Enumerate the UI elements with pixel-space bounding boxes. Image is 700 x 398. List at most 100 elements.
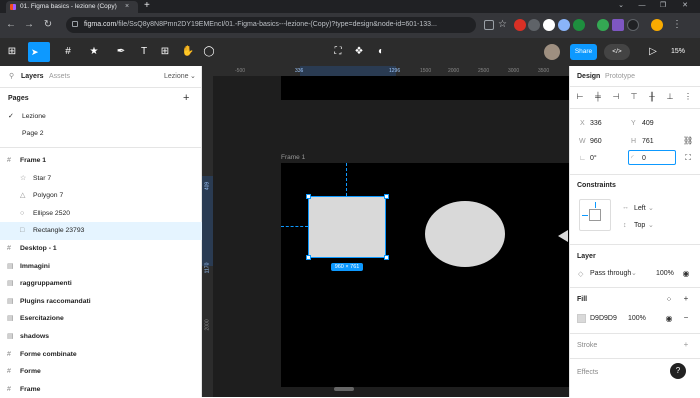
- resize-handle[interactable]: [306, 194, 311, 199]
- help-button[interactable]: ?: [670, 363, 686, 379]
- frame-label[interactable]: Frame 1: [281, 154, 305, 161]
- resources-icon[interactable]: ⊞: [157, 42, 173, 62]
- ellipse-shape[interactable]: [425, 201, 505, 267]
- y-input[interactable]: 409: [642, 120, 654, 127]
- add-page-button[interactable]: +: [183, 92, 189, 104]
- polygon-shape[interactable]: [558, 230, 568, 242]
- add-stroke-icon[interactable]: +: [681, 340, 691, 349]
- layer-row[interactable]: ☆ Star 7: [0, 170, 202, 188]
- chevron-down-icon[interactable]: ⌄: [648, 204, 654, 212]
- fill-hex-input[interactable]: D9D9D9: [590, 315, 617, 322]
- layer-row[interactable]: ▤ raggruppamenti: [0, 275, 202, 293]
- hand-tool-icon[interactable]: ✋: [180, 42, 196, 62]
- extension-icon[interactable]: [558, 19, 570, 31]
- pen-tool-icon[interactable]: ✒: [113, 42, 129, 62]
- layer-row[interactable]: □ Rectangle 23793: [0, 222, 202, 240]
- chevron-down-icon[interactable]: ⌄: [648, 221, 654, 229]
- layer-row[interactable]: # Forme combinate: [0, 346, 202, 364]
- zoom-level[interactable]: 15%: [671, 42, 685, 62]
- layer-row[interactable]: ▤ Immagini: [0, 258, 202, 276]
- independent-corners-icon[interactable]: ⛶: [683, 153, 693, 163]
- canvas-scrollbar[interactable]: [334, 387, 354, 391]
- w-input[interactable]: 960: [590, 138, 602, 145]
- component-icon[interactable]: ❖: [351, 42, 367, 62]
- search-icon[interactable]: ⚲: [9, 72, 14, 80]
- minimize-button[interactable]: —: [635, 0, 649, 12]
- comment-tool-icon[interactable]: ◯: [201, 42, 217, 62]
- tab-assets[interactable]: Assets: [49, 72, 70, 82]
- extension-icon[interactable]: [573, 19, 585, 31]
- maximize-button[interactable]: ❐: [656, 0, 670, 12]
- shape-tool-icon[interactable]: ★: [86, 42, 102, 62]
- layer-row[interactable]: ▤ shadows: [0, 328, 202, 346]
- lock-icon[interactable]: [72, 21, 78, 27]
- tab-prototype[interactable]: Prototype: [605, 73, 635, 80]
- extension-icon[interactable]: [528, 19, 540, 31]
- fill-opacity-input[interactable]: 100%: [628, 315, 646, 322]
- layer-row[interactable]: # Frame: [0, 381, 202, 398]
- layer-row[interactable]: # Forme: [0, 363, 202, 381]
- constrain-proportions-icon[interactable]: ⛓: [683, 136, 693, 145]
- corner-radius-field[interactable]: [628, 150, 676, 165]
- text-tool-icon[interactable]: T: [136, 42, 152, 62]
- x-input[interactable]: 336: [590, 120, 602, 127]
- chevron-down-icon[interactable]: ⌄: [190, 72, 196, 82]
- window-close-button[interactable]: ✕: [678, 0, 692, 12]
- dev-mode-toggle[interactable]: </>: [604, 44, 630, 60]
- align-center-h-icon[interactable]: ╪: [593, 92, 603, 101]
- fill-styles-icon[interactable]: ⁘: [664, 295, 674, 304]
- tab-close-icon[interactable]: ×: [125, 1, 129, 12]
- address-bar[interactable]: figma.com/file/SsQ8y8N8Pmn2DY19EMEncI/01…: [66, 17, 476, 33]
- tab-layers[interactable]: Layers: [21, 72, 44, 82]
- main-menu-icon[interactable]: ⊞: [4, 42, 20, 62]
- extension-icon[interactable]: [514, 19, 526, 31]
- selected-rectangle[interactable]: [308, 196, 386, 258]
- profile-avatar[interactable]: [651, 19, 663, 31]
- align-top-icon[interactable]: ⊤: [629, 92, 639, 101]
- extension-icon[interactable]: [627, 19, 639, 31]
- page-select[interactable]: Lezione: [164, 72, 189, 82]
- align-bottom-icon[interactable]: ⊥: [665, 92, 675, 101]
- resize-handle[interactable]: [306, 255, 311, 260]
- back-button[interactable]: ←: [4, 18, 18, 32]
- contrast-icon[interactable]: ◐: [373, 42, 389, 62]
- user-avatar[interactable]: [544, 44, 560, 60]
- remove-fill-icon[interactable]: −: [681, 313, 691, 322]
- present-icon[interactable]: ▷: [645, 42, 661, 62]
- browser-tab[interactable]: 01. Figma basics - lezione (Copy): [6, 1, 138, 13]
- move-tool-button[interactable]: ➤: [28, 42, 50, 62]
- align-left-icon[interactable]: ⊢: [575, 92, 585, 101]
- layer-row[interactable]: # Frame 1: [0, 152, 202, 170]
- share-button[interactable]: Share: [570, 44, 597, 60]
- share-icon[interactable]: [484, 20, 494, 30]
- bookmark-star-icon[interactable]: ☆: [498, 18, 507, 32]
- extension-icon[interactable]: [543, 19, 555, 31]
- align-center-v-icon[interactable]: ╫: [647, 92, 657, 101]
- chrome-menu-icon[interactable]: ⋮: [672, 18, 682, 32]
- vertical-constraint-select[interactable]: Top: [634, 222, 645, 229]
- fill-visibility-eye-icon[interactable]: ◉: [664, 314, 674, 323]
- align-right-icon[interactable]: ⊣: [611, 92, 621, 101]
- frame-above[interactable]: [281, 76, 569, 100]
- resize-handle[interactable]: [384, 194, 389, 199]
- resize-handle[interactable]: [384, 255, 389, 260]
- crop-icon[interactable]: ⛶: [330, 42, 346, 62]
- corner-radius-input[interactable]: 0: [642, 155, 646, 162]
- add-fill-icon[interactable]: +: [681, 294, 691, 303]
- layer-row[interactable]: # Desktop - 1: [0, 240, 202, 258]
- chevron-down-icon[interactable]: ⌄: [631, 269, 637, 277]
- horizontal-constraint-select[interactable]: Left: [634, 205, 646, 212]
- page-item[interactable]: Page 2: [0, 125, 202, 142]
- new-tab-button[interactable]: +: [144, 0, 150, 12]
- blend-mode-select[interactable]: Pass through: [590, 270, 631, 277]
- constraint-top-line[interactable]: [595, 202, 596, 208]
- fill-color-swatch[interactable]: [577, 314, 586, 323]
- frame-tool-icon[interactable]: #: [60, 42, 76, 62]
- layer-row[interactable]: ▤ Plugins raccomandati: [0, 293, 202, 311]
- tab-design[interactable]: Design: [577, 73, 600, 80]
- extension-icon[interactable]: [612, 19, 624, 31]
- distribute-icon[interactable]: ⋮: [683, 92, 693, 101]
- layer-row[interactable]: △ Polygon 7: [0, 187, 202, 205]
- constraints-widget[interactable]: [579, 199, 611, 231]
- layer-row[interactable]: ○ Ellipse 2520: [0, 205, 202, 223]
